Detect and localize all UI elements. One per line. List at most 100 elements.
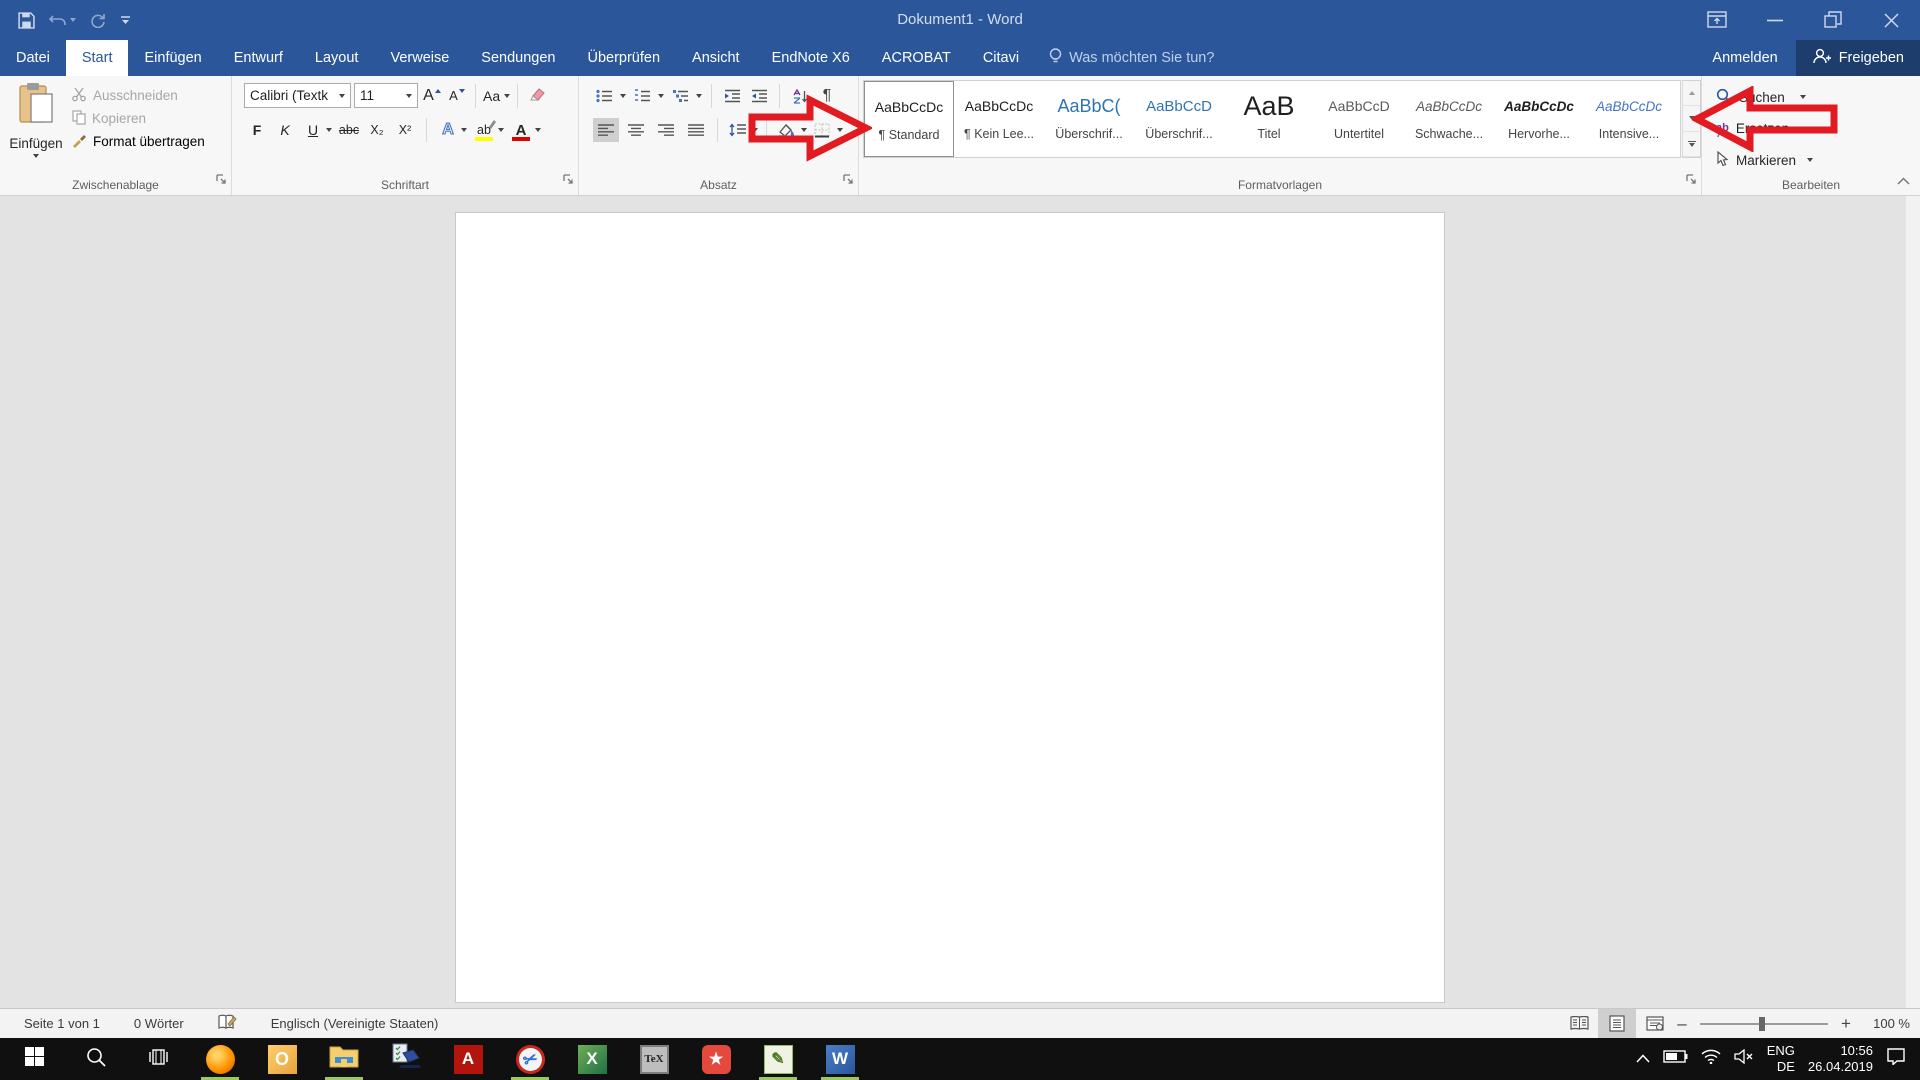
tab-einfuegen[interactable]: Einfügen (128, 40, 217, 76)
clock[interactable]: 10:56 26.04.2019 (1808, 1043, 1873, 1075)
tab-citavi[interactable]: Citavi (967, 40, 1035, 76)
vertical-scrollbar[interactable] (1905, 196, 1920, 1008)
share-button[interactable]: Freigeben (1795, 40, 1920, 76)
align-right-button[interactable] (653, 118, 679, 142)
text-effects-caret-icon[interactable] (461, 128, 467, 132)
collapse-ribbon-icon[interactable] (1897, 172, 1910, 190)
style-kein-leerraum[interactable]: AaBbCcDc ¶ Kein Lee... (954, 81, 1044, 157)
task-view-button[interactable] (134, 1038, 182, 1080)
language-indicator[interactable]: ENG DE (1767, 1043, 1795, 1075)
taskbar-app-excel[interactable]: X (568, 1038, 616, 1080)
web-layout-icon[interactable] (1636, 1009, 1674, 1038)
underline-caret-icon[interactable] (326, 128, 332, 132)
tab-ansicht[interactable]: Ansicht (676, 40, 756, 76)
taskbar-app-wunderlist[interactable]: ★ (692, 1038, 740, 1080)
formatvorlagen-dialog-launcher-icon[interactable] (1686, 172, 1697, 190)
taskbar-app-outlook[interactable]: O (258, 1038, 306, 1080)
font-name-combo[interactable]: Calibri (Textk (244, 83, 351, 108)
grow-font-button[interactable]: A (421, 84, 443, 108)
taskbar-app-word[interactable]: W (816, 1038, 864, 1080)
justify-button[interactable] (683, 118, 709, 142)
font-color-caret-icon[interactable] (535, 128, 541, 132)
taskbar-app-file-explorer[interactable] (320, 1038, 368, 1080)
tab-sendungen[interactable]: Sendungen (465, 40, 571, 76)
copy-button[interactable]: Kopieren (72, 107, 205, 130)
zoom-slider-handle[interactable] (1758, 1016, 1765, 1031)
zoom-out-button[interactable]: – (1674, 1014, 1690, 1034)
style-intensive-hervorhebung[interactable]: AaBbCcDc Intensive... (1584, 81, 1674, 157)
bullets-icon[interactable] (593, 84, 615, 108)
highlight-button[interactable]: ab (473, 118, 496, 142)
tab-endnote[interactable]: EndNote X6 (756, 40, 866, 76)
style-standard[interactable]: AaBbCcDc ¶ Standard (864, 81, 954, 157)
zoom-slider[interactable] (1700, 1016, 1828, 1031)
taskbar-app-notepad-plus-plus[interactable]: ✎ (754, 1038, 802, 1080)
proofing-icon[interactable] (218, 1014, 237, 1034)
minimize-button[interactable] (1746, 0, 1804, 40)
wifi-icon[interactable] (1701, 1049, 1721, 1069)
font-size-combo[interactable]: 11 (354, 83, 418, 108)
tray-chevron-icon[interactable] (1636, 1050, 1650, 1068)
font-color-button[interactable]: A (510, 118, 532, 142)
numbering-icon[interactable] (631, 84, 653, 108)
zoom-in-button[interactable]: + (1838, 1014, 1854, 1034)
paste-button[interactable]: Einfügen (8, 82, 64, 174)
action-center-icon[interactable] (1886, 1048, 1906, 1070)
zwischenablage-dialog-launcher-icon[interactable] (216, 172, 227, 190)
multilevel-list-icon[interactable] (669, 84, 691, 108)
word-count[interactable]: 0 Wörter (134, 1016, 184, 1031)
taskbar-app-snipping-tool[interactable]: ✂ (506, 1038, 554, 1080)
ribbon-display-options-icon[interactable] (1688, 0, 1746, 40)
tab-entwurf[interactable]: Entwurf (218, 40, 299, 76)
style-hervorhebung[interactable]: AaBbCcDc Hervorhe... (1494, 81, 1584, 157)
tab-ueberpruefen[interactable]: Überprüfen (571, 40, 676, 76)
cut-button[interactable]: Ausschneiden (72, 84, 205, 107)
format-painter-button[interactable]: Format übertragen (72, 130, 205, 153)
battery-icon[interactable] (1663, 1050, 1688, 1068)
align-center-button[interactable] (623, 118, 649, 142)
change-case-button[interactable]: Aa (483, 84, 511, 108)
multilevel-caret-icon[interactable] (696, 94, 702, 98)
numbering-caret-icon[interactable] (658, 94, 664, 98)
tab-start[interactable]: Start (65, 40, 129, 76)
line-spacing-icon[interactable] (726, 118, 748, 142)
style-titel[interactable]: AaB Titel (1224, 81, 1314, 157)
language-status[interactable]: Englisch (Vereinigte Staaten) (271, 1016, 439, 1031)
document-page[interactable] (455, 212, 1445, 1003)
style-ueberschrift-1[interactable]: AaBbC( Überschrif... (1044, 81, 1134, 157)
clear-formatting-button[interactable] (525, 84, 547, 108)
style-ueberschrift-2[interactable]: AaBbCcD Überschrif... (1134, 81, 1224, 157)
italic-button[interactable]: K (274, 118, 296, 142)
volume-muted-icon[interactable] (1734, 1048, 1754, 1069)
bullets-caret-icon[interactable] (620, 94, 626, 98)
underline-button[interactable]: U (302, 118, 324, 142)
highlight-caret-icon[interactable] (498, 128, 504, 132)
taskbar-app-texmaker[interactable]: TeX (630, 1038, 678, 1080)
style-schwache-hervorhebung[interactable]: AaBbCcDc Schwache... (1404, 81, 1494, 157)
start-button[interactable] (10, 1038, 58, 1080)
subscript-button[interactable]: X₂ (366, 118, 388, 142)
read-mode-icon[interactable] (1560, 1009, 1598, 1038)
style-untertitel[interactable]: AaBbCcD Untertitel (1314, 81, 1404, 157)
zoom-level[interactable]: 100 % (1854, 1016, 1910, 1031)
page-count[interactable]: Seite 1 von 1 (24, 1016, 100, 1031)
sign-in-link[interactable]: Anmelden (1694, 50, 1795, 66)
bold-button[interactable]: F (246, 118, 268, 142)
decrease-indent-icon[interactable] (721, 84, 743, 108)
strikethrough-button[interactable]: abc (338, 118, 360, 142)
tab-acrobat[interactable]: ACROBAT (866, 40, 967, 76)
shrink-font-button[interactable]: A (446, 84, 468, 108)
align-left-button[interactable] (593, 118, 619, 142)
tab-layout[interactable]: Layout (299, 40, 375, 76)
superscript-button[interactable]: X² (394, 118, 416, 142)
text-effects-button[interactable]: A (437, 118, 459, 142)
tell-me-box[interactable]: Was möchten Sie tun? (1035, 40, 1228, 76)
taskbar-app-devices[interactable] (382, 1038, 430, 1080)
taskbar-app-acrobat-reader[interactable]: A (444, 1038, 492, 1080)
absatz-dialog-launcher-icon[interactable] (843, 172, 854, 190)
taskbar-search-button[interactable] (72, 1038, 120, 1080)
tab-datei[interactable]: Datei (0, 40, 66, 76)
restore-button[interactable] (1804, 0, 1862, 40)
taskbar-app-firefox[interactable] (196, 1038, 244, 1080)
tab-verweise[interactable]: Verweise (374, 40, 465, 76)
